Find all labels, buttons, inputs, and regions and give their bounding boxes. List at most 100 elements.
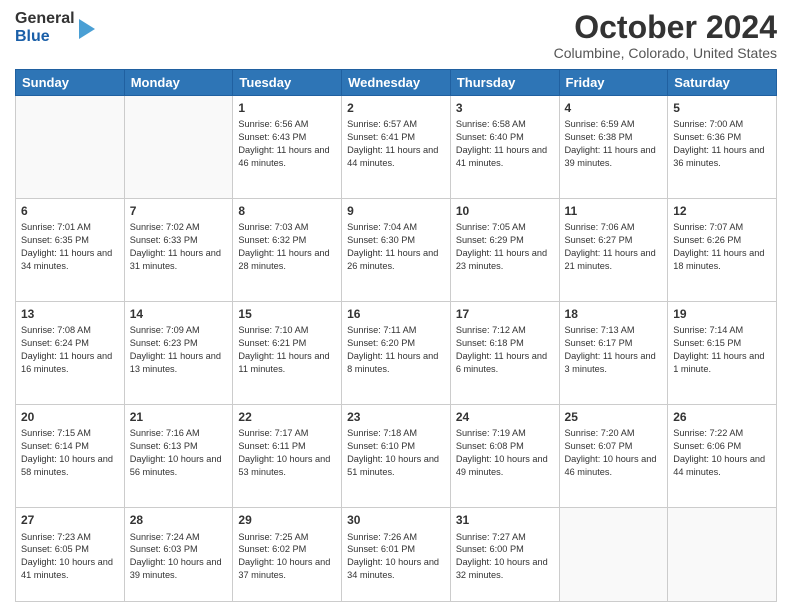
day-info: Sunrise: 7:24 AMSunset: 6:03 PMDaylight:…: [130, 531, 228, 583]
day-number: 26: [673, 409, 771, 425]
calendar-cell: 26 Sunrise: 7:22 AMSunset: 6:06 PMDayligh…: [668, 405, 777, 508]
weekday-header-monday: Monday: [124, 70, 233, 96]
day-number: 23: [347, 409, 445, 425]
weekday-header-sunday: Sunday: [16, 70, 125, 96]
day-number: 17: [456, 306, 554, 322]
calendar-cell: [559, 508, 668, 602]
calendar-cell: 13 Sunrise: 7:08 AMSunset: 6:24 PMDayligh…: [16, 302, 125, 405]
calendar-cell: 7Sunrise: 7:02 AMSunset: 6:33 PMDaylight…: [124, 199, 233, 302]
day-number: 19: [673, 306, 771, 322]
day-number: 25: [565, 409, 663, 425]
day-info: Sunrise: 7:22 AMSunset: 6:06 PMDaylight:…: [673, 427, 771, 479]
day-info: Sunrise: 7:06 AMSunset: 6:27 PMDaylight:…: [565, 221, 663, 273]
day-info: Sunrise: 7:15 AMSunset: 6:14 PMDaylight:…: [21, 427, 119, 479]
day-number: 2: [347, 100, 445, 116]
day-number: 29: [238, 512, 336, 528]
day-number: 24: [456, 409, 554, 425]
location: Columbine, Colorado, United States: [554, 45, 777, 61]
calendar-cell: [124, 96, 233, 199]
page: General Blue October 2024 Columbine, Col…: [0, 0, 792, 612]
weekday-header-row: SundayMondayTuesdayWednesdayThursdayFrid…: [16, 70, 777, 96]
day-info: Sunrise: 6:56 AMSunset: 6:43 PMDaylight:…: [238, 118, 336, 170]
day-number: 28: [130, 512, 228, 528]
day-number: 15: [238, 306, 336, 322]
day-info: Sunrise: 7:13 AMSunset: 6:17 PMDaylight:…: [565, 324, 663, 376]
day-info: Sunrise: 7:14 AMSunset: 6:15 PMDaylight:…: [673, 324, 771, 376]
day-info: Sunrise: 6:57 AMSunset: 6:41 PMDaylight:…: [347, 118, 445, 170]
week-row-2: 6 Sunrise: 7:01 AMSunset: 6:35 PMDaylight…: [16, 199, 777, 302]
weekday-header-wednesday: Wednesday: [342, 70, 451, 96]
calendar-cell: 20 Sunrise: 7:15 AMSunset: 6:14 PMDayligh…: [16, 405, 125, 508]
day-number: 5: [673, 100, 771, 116]
calendar-cell: 27Sunrise: 7:23 AMSunset: 6:05 PMDayligh…: [16, 508, 125, 602]
day-number: 16: [347, 306, 445, 322]
calendar-cell: 21 Sunrise: 7:16 AMSunset: 6:13 PMDayligh…: [124, 405, 233, 508]
calendar-cell: 8 Sunrise: 7:03 AMSunset: 6:32 PMDaylight…: [233, 199, 342, 302]
day-info: Sunrise: 7:08 AMSunset: 6:24 PMDaylight:…: [21, 324, 119, 376]
calendar-cell: 1 Sunrise: 6:56 AMSunset: 6:43 PMDaylight…: [233, 96, 342, 199]
day-number: 9: [347, 203, 445, 219]
day-info: Sunrise: 6:59 AMSunset: 6:38 PMDaylight:…: [565, 118, 663, 170]
month-title: October 2024: [554, 10, 777, 45]
day-info: Sunrise: 7:16 AMSunset: 6:13 PMDaylight:…: [130, 427, 228, 479]
calendar-cell: 18 Sunrise: 7:13 AMSunset: 6:17 PMDayligh…: [559, 302, 668, 405]
day-info: Sunrise: 7:23 AMSunset: 6:05 PMDaylight:…: [21, 531, 119, 583]
calendar-cell: 15Sunrise: 7:10 AMSunset: 6:21 PMDayligh…: [233, 302, 342, 405]
calendar-cell: 14Sunrise: 7:09 AMSunset: 6:23 PMDayligh…: [124, 302, 233, 405]
calendar-cell: 11Sunrise: 7:06 AMSunset: 6:27 PMDayligh…: [559, 199, 668, 302]
logo-text: General Blue: [15, 10, 75, 45]
calendar: SundayMondayTuesdayWednesdayThursdayFrid…: [15, 69, 777, 602]
calendar-cell: 25 Sunrise: 7:20 AMSunset: 6:07 PMDayligh…: [559, 405, 668, 508]
calendar-cell: 19 Sunrise: 7:14 AMSunset: 6:15 PMDayligh…: [668, 302, 777, 405]
day-info: Sunrise: 7:07 AMSunset: 6:26 PMDaylight:…: [673, 221, 771, 273]
day-number: 21: [130, 409, 228, 425]
calendar-cell: 2 Sunrise: 6:57 AMSunset: 6:41 PMDaylight…: [342, 96, 451, 199]
day-info: Sunrise: 7:26 AMSunset: 6:01 PMDaylight:…: [347, 531, 445, 583]
calendar-cell: 22 Sunrise: 7:17 AMSunset: 6:11 PMDayligh…: [233, 405, 342, 508]
logo-arrow-icon: [79, 19, 95, 39]
day-info: Sunrise: 7:04 AMSunset: 6:30 PMDaylight:…: [347, 221, 445, 273]
day-number: 31: [456, 512, 554, 528]
title-section: October 2024 Columbine, Colorado, United…: [554, 10, 777, 61]
day-info: Sunrise: 7:20 AMSunset: 6:07 PMDaylight:…: [565, 427, 663, 479]
week-row-3: 13 Sunrise: 7:08 AMSunset: 6:24 PMDayligh…: [16, 302, 777, 405]
day-number: 8: [238, 203, 336, 219]
calendar-cell: [16, 96, 125, 199]
week-row-1: 1 Sunrise: 6:56 AMSunset: 6:43 PMDaylight…: [16, 96, 777, 199]
week-row-4: 20 Sunrise: 7:15 AMSunset: 6:14 PMDayligh…: [16, 405, 777, 508]
day-number: 20: [21, 409, 119, 425]
calendar-cell: 24 Sunrise: 7:19 AMSunset: 6:08 PMDayligh…: [450, 405, 559, 508]
weekday-header-thursday: Thursday: [450, 70, 559, 96]
day-number: 7: [130, 203, 228, 219]
calendar-cell: 16Sunrise: 7:11 AMSunset: 6:20 PMDayligh…: [342, 302, 451, 405]
calendar-cell: 29Sunrise: 7:25 AMSunset: 6:02 PMDayligh…: [233, 508, 342, 602]
calendar-cell: 31Sunrise: 7:27 AMSunset: 6:00 PMDayligh…: [450, 508, 559, 602]
day-info: Sunrise: 7:01 AMSunset: 6:35 PMDaylight:…: [21, 221, 119, 273]
day-info: Sunrise: 7:03 AMSunset: 6:32 PMDaylight:…: [238, 221, 336, 273]
logo-blue: Blue: [15, 28, 50, 45]
weekday-header-tuesday: Tuesday: [233, 70, 342, 96]
day-number: 12: [673, 203, 771, 219]
day-number: 30: [347, 512, 445, 528]
day-number: 22: [238, 409, 336, 425]
calendar-cell: 10Sunrise: 7:05 AMSunset: 6:29 PMDayligh…: [450, 199, 559, 302]
calendar-cell: 12 Sunrise: 7:07 AMSunset: 6:26 PMDayligh…: [668, 199, 777, 302]
weekday-header-saturday: Saturday: [668, 70, 777, 96]
calendar-cell: 4Sunrise: 6:59 AMSunset: 6:38 PMDaylight…: [559, 96, 668, 199]
day-number: 3: [456, 100, 554, 116]
day-info: Sunrise: 7:12 AMSunset: 6:18 PMDaylight:…: [456, 324, 554, 376]
day-info: Sunrise: 7:19 AMSunset: 6:08 PMDaylight:…: [456, 427, 554, 479]
calendar-cell: 30 Sunrise: 7:26 AMSunset: 6:01 PMDayligh…: [342, 508, 451, 602]
day-info: Sunrise: 7:17 AMSunset: 6:11 PMDaylight:…: [238, 427, 336, 479]
day-number: 6: [21, 203, 119, 219]
day-info: Sunrise: 7:00 AMSunset: 6:36 PMDaylight:…: [673, 118, 771, 170]
calendar-cell: 9 Sunrise: 7:04 AMSunset: 6:30 PMDaylight…: [342, 199, 451, 302]
day-info: Sunrise: 6:58 AMSunset: 6:40 PMDaylight:…: [456, 118, 554, 170]
calendar-cell: 3 Sunrise: 6:58 AMSunset: 6:40 PMDaylight…: [450, 96, 559, 199]
calendar-cell: 5 Sunrise: 7:00 AMSunset: 6:36 PMDaylight…: [668, 96, 777, 199]
day-info: Sunrise: 7:05 AMSunset: 6:29 PMDaylight:…: [456, 221, 554, 273]
day-number: 18: [565, 306, 663, 322]
day-number: 1: [238, 100, 336, 116]
day-number: 13: [21, 306, 119, 322]
day-info: Sunrise: 7:18 AMSunset: 6:10 PMDaylight:…: [347, 427, 445, 479]
